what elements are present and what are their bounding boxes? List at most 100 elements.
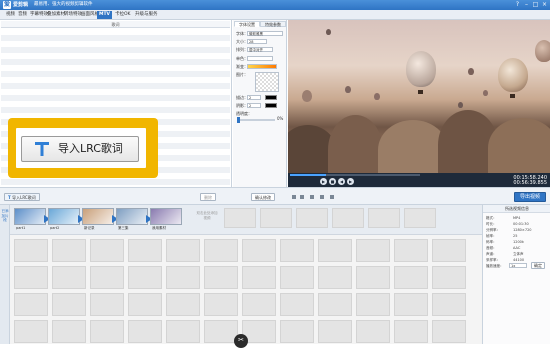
empty-clip-slot[interactable] — [14, 266, 48, 289]
empty-clip-slot[interactable] — [368, 208, 400, 228]
hot-air-balloon — [326, 29, 331, 35]
empty-clip-slot[interactable] — [432, 239, 466, 262]
toolbar-icon[interactable] — [292, 195, 296, 199]
empty-clip-slot[interactable] — [166, 239, 200, 262]
empty-clip-slot[interactable] — [356, 320, 390, 343]
empty-clip-slot[interactable] — [280, 266, 314, 289]
empty-clip-slot[interactable] — [260, 208, 292, 228]
stroke-color[interactable] — [265, 95, 277, 100]
stroke-width[interactable]: 2 — [247, 95, 261, 100]
confirm-edit-button[interactable]: 确认修改 — [251, 193, 275, 201]
empty-clip-slot[interactable] — [52, 320, 86, 343]
empty-clip-slot[interactable] — [356, 239, 390, 262]
toolbar-icon[interactable] — [300, 195, 304, 199]
empty-clip-slot[interactable] — [52, 266, 86, 289]
tab-font-settings[interactable]: 字体设置 — [234, 21, 260, 27]
empty-clip-slot[interactable] — [128, 320, 162, 343]
play-icon[interactable]: ▶ — [320, 178, 327, 185]
shadow-color[interactable] — [265, 103, 277, 108]
help-icon[interactable]: ? — [513, 1, 522, 9]
empty-clip-slot[interactable] — [14, 239, 48, 262]
empty-clip-slot[interactable] — [90, 293, 124, 316]
empty-clip-slot[interactable] — [166, 293, 200, 316]
empty-clip-slot[interactable] — [318, 239, 352, 262]
color-picker[interactable] — [247, 56, 273, 61]
empty-clip-slot[interactable] — [90, 320, 124, 343]
stop-icon[interactable]: ■ — [329, 178, 336, 185]
apply-button[interactable]: 确定 — [531, 262, 545, 269]
empty-clip-slot[interactable] — [204, 293, 238, 316]
empty-clip-slot[interactable] — [394, 320, 428, 343]
speed-select[interactable]: 1x — [509, 263, 527, 268]
maximize-icon[interactable]: □ — [531, 1, 540, 9]
toolbar-icon[interactable] — [310, 195, 314, 199]
empty-clip-slot[interactable] — [128, 266, 162, 289]
clip-thumbnail[interactable] — [116, 208, 148, 225]
empty-clip-slot[interactable] — [356, 266, 390, 289]
image-texture-preview[interactable] — [255, 72, 279, 92]
menu-mtv[interactable]: MTV — [97, 11, 113, 19]
delete-button[interactable]: 删除 — [200, 193, 216, 201]
empty-clip-slot[interactable] — [432, 293, 466, 316]
empty-clip-slot[interactable] — [204, 320, 238, 343]
empty-clip-slot[interactable] — [242, 293, 276, 316]
empty-clip-slot[interactable] — [242, 266, 276, 289]
opacity-slider-handle[interactable] — [237, 117, 240, 123]
scissors-icon[interactable]: ✂ — [234, 334, 248, 348]
empty-clip-slot[interactable] — [296, 208, 328, 228]
empty-clip-slot[interactable] — [432, 266, 466, 289]
menu-upgrade[interactable]: 升级与服务 — [133, 11, 160, 19]
empty-clip-slot[interactable] — [280, 320, 314, 343]
empty-clip-slot[interactable] — [166, 266, 200, 289]
add-video-hint[interactable]: 双击此处添加视频 — [196, 211, 218, 220]
export-video-button[interactable]: 导出视频 — [513, 192, 546, 202]
minimize-icon[interactable]: – — [522, 1, 531, 9]
font-select[interactable]: 微软雅黑 — [247, 31, 283, 36]
empty-clip-slot[interactable] — [52, 293, 86, 316]
empty-clip-slot[interactable] — [242, 239, 276, 262]
share-icon[interactable] — [330, 195, 334, 199]
layout-select[interactable]: 居中对齐 — [247, 47, 273, 52]
empty-clip-slot[interactable] — [90, 239, 124, 262]
opacity-slider[interactable] — [237, 119, 275, 121]
empty-clip-slot[interactable] — [280, 293, 314, 316]
forward-icon[interactable]: ▶ — [347, 178, 354, 185]
clip-thumbnail[interactable] — [48, 208, 80, 225]
lrc-row[interactable] — [1, 179, 230, 185]
added-clips-tab[interactable]: 已添加片段 — [0, 205, 10, 344]
empty-clip-slot[interactable] — [318, 320, 352, 343]
empty-clip-slot[interactable] — [318, 293, 352, 316]
empty-clip-slot[interactable] — [394, 239, 428, 262]
clip-thumbnail[interactable] — [82, 208, 114, 225]
size-select[interactable]: 28 — [247, 39, 267, 44]
empty-clip-slot[interactable] — [204, 239, 238, 262]
empty-clip-slot[interactable] — [356, 293, 390, 316]
empty-clip-slot[interactable] — [166, 320, 200, 343]
tab-effect-params[interactable]: 特效参数 — [260, 21, 286, 27]
empty-clip-slot[interactable] — [14, 293, 48, 316]
empty-clip-slot[interactable] — [128, 293, 162, 316]
empty-clip-slot[interactable] — [404, 208, 436, 228]
import-lrc-button[interactable]: T 导入LRC歌词 — [4, 193, 40, 201]
empty-clip-slot[interactable] — [394, 293, 428, 316]
empty-clip-slot[interactable] — [14, 320, 48, 343]
video-preview[interactable] — [288, 20, 550, 173]
empty-clip-slot[interactable] — [318, 266, 352, 289]
empty-clip-slot[interactable] — [204, 266, 238, 289]
empty-clip-slot[interactable] — [394, 266, 428, 289]
menu-karaoke[interactable]: 卡拉OK — [113, 11, 133, 19]
empty-clip-slot[interactable] — [128, 239, 162, 262]
empty-clip-slot[interactable] — [224, 208, 256, 228]
empty-clip-slot[interactable] — [332, 208, 364, 228]
close-icon[interactable]: × — [540, 1, 549, 9]
empty-clip-slot[interactable] — [432, 320, 466, 343]
rewind-icon[interactable]: ◀ — [338, 178, 345, 185]
clip-thumbnail[interactable] — [150, 208, 182, 225]
shadow-width[interactable]: 2 — [247, 103, 261, 108]
empty-clip-slot[interactable] — [90, 266, 124, 289]
empty-clip-slot[interactable] — [52, 239, 86, 262]
gradient-picker[interactable] — [247, 64, 277, 69]
toolbar-icon[interactable] — [320, 195, 324, 199]
clip-thumbnail[interactable] — [14, 208, 46, 225]
empty-clip-slot[interactable] — [280, 239, 314, 262]
